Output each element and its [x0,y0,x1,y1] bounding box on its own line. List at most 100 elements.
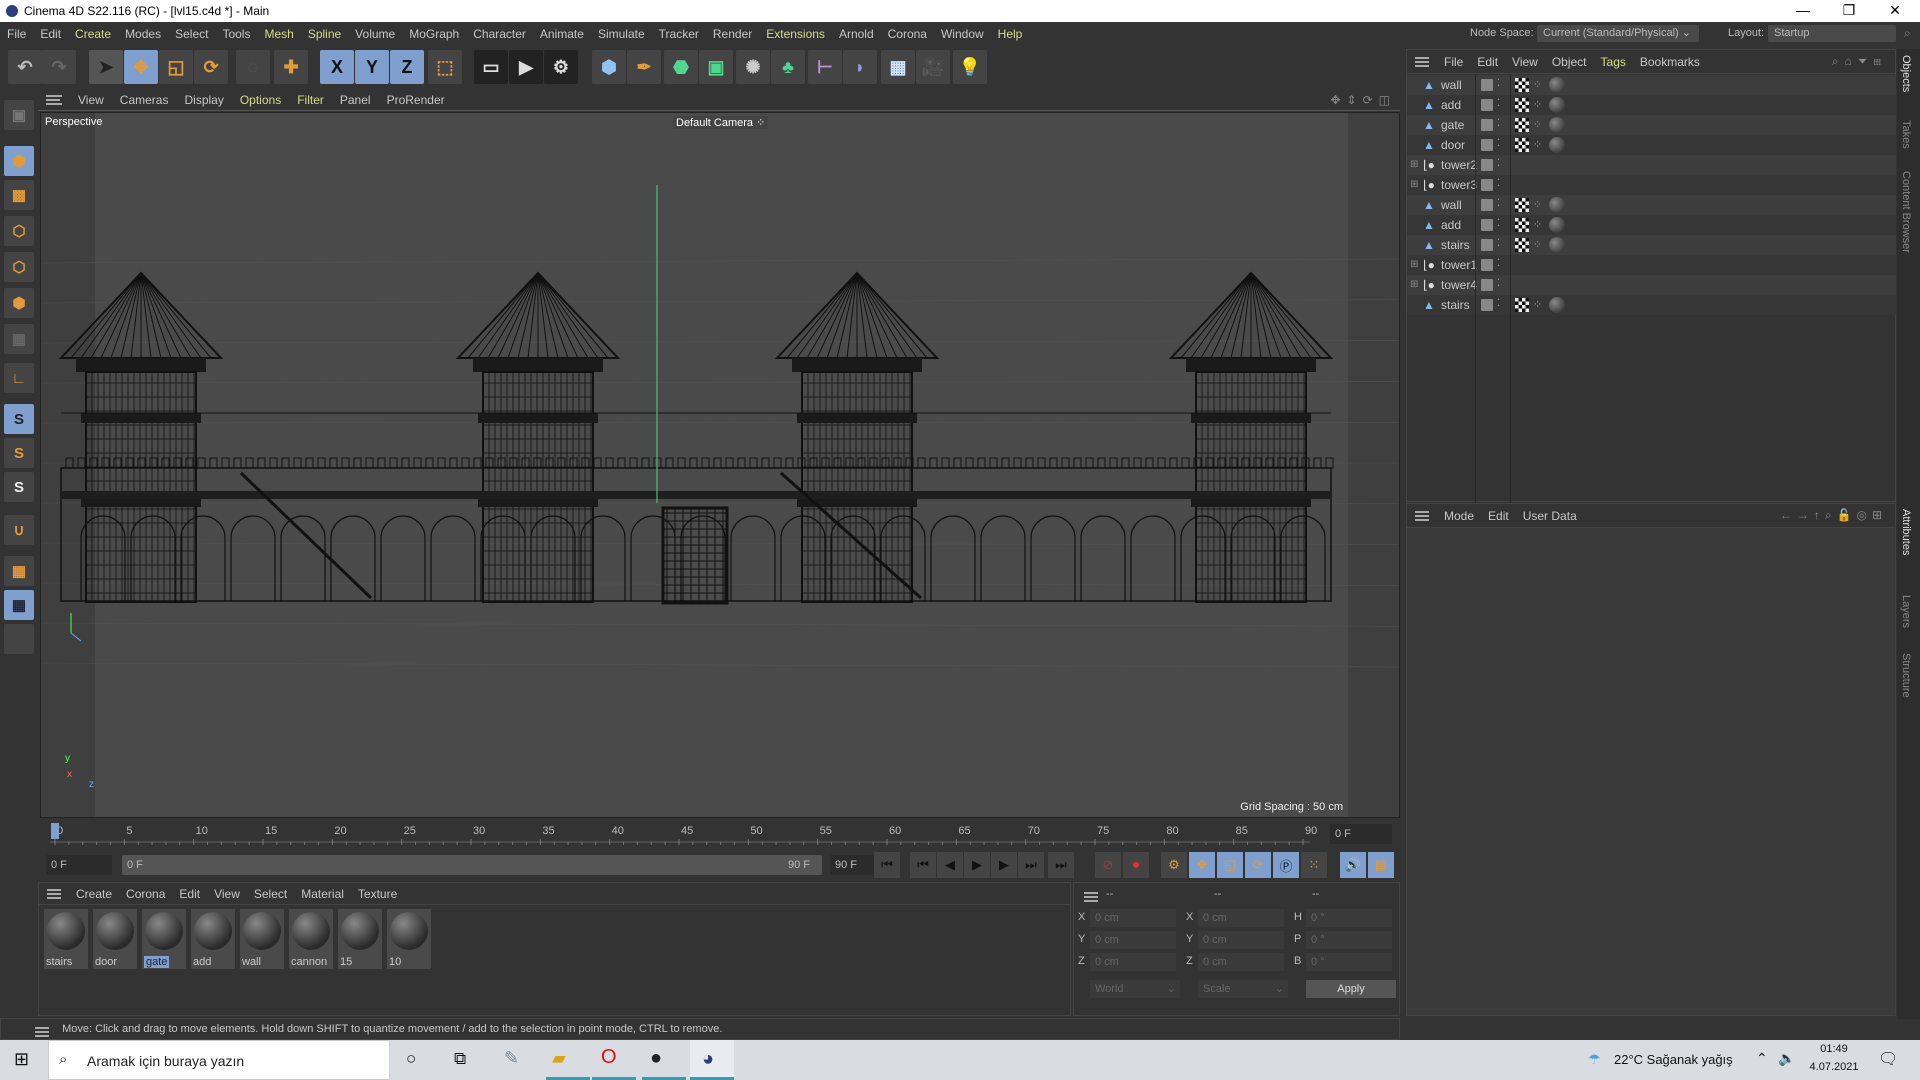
coord-space-dropdown[interactable]: World ⌄ [1090,980,1180,998]
object-manager-tools[interactable]: ⌕⌂⏷⊞ [1832,54,1887,69]
key-position-icon[interactable]: ✥ [1189,852,1215,878]
coordinate-system-icon[interactable]: ⬚ [428,50,462,84]
model-mode-icon[interactable]: ⬢ [4,146,34,176]
world-axis-button[interactable]: ✚ [274,50,308,84]
viewport-menu-view[interactable]: View [70,93,112,107]
go-to-start-button[interactable]: ⏮ [874,852,900,878]
material-menu-texture[interactable]: Texture [351,887,404,901]
viewport-menu-options[interactable]: Options [232,93,289,107]
material-menu-view[interactable]: View [207,887,247,901]
mograph-icon[interactable]: ♣ [771,50,805,84]
task-view-icon[interactable]: ⧉ [454,1049,466,1069]
texture-mode-icon[interactable]: ▩ [4,180,34,210]
apply-button[interactable]: Apply [1306,980,1396,998]
status-menu-icon[interactable] [35,1027,49,1037]
coord-mode-dropdown[interactable]: Scale ⌄ [1198,980,1288,998]
minimize-button[interactable]: — [1780,0,1826,22]
tray-chevron-icon[interactable]: ⌃ [1756,1050,1768,1067]
object-row[interactable]: ▲ gate ⁚ ⁘ [1407,115,1896,135]
material-menu-icon[interactable] [47,888,61,899]
menu-mograph[interactable]: MoGraph [402,27,466,41]
windows-start-icon[interactable]: ⊞ [14,1049,29,1070]
layout-dropdown[interactable]: Startup [1768,25,1896,42]
axis-y-button[interactable]: Y [355,50,389,84]
scale-tool-button[interactable]: ◱ [159,50,193,84]
coord-field[interactable]: 0 ° [1306,931,1392,949]
viewport-menu-icon[interactable] [46,95,62,105]
coords-menu-icon[interactable] [1084,892,1098,902]
viewport-menu-cameras[interactable]: Cameras [112,93,177,107]
record-icon[interactable]: ⊘ [1095,852,1121,878]
undo-button[interactable]: ↶ [8,50,42,84]
go-to-end-button[interactable]: ⏭ [1048,852,1074,878]
redo-button[interactable]: ↷ [42,50,76,84]
uvw-tag-icon[interactable] [1515,218,1529,232]
visibility-dots-icon[interactable]: ⁚ [1497,235,1500,253]
close-button[interactable]: ✕ [1872,0,1918,22]
object-row[interactable]: ▲ stairs ⁚ ⁘ [1407,295,1896,315]
object-row[interactable]: ▲ wall ⁚ ⁘ [1407,75,1896,95]
extrude-icon[interactable]: ▣ [699,50,733,84]
material-tag-icon[interactable] [1549,137,1565,153]
solo-icon[interactable]: S [4,404,34,434]
menu-edit[interactable]: Edit [33,27,68,41]
visibility-dots-icon[interactable]: ⁚ [1497,195,1500,213]
floor-icon[interactable]: ▦ [881,50,915,84]
visibility-dots-icon[interactable]: ⁚ [1497,135,1500,153]
taskbar-search-box[interactable]: ⌕ Aramak için buraya yazın [48,1040,390,1080]
object-row[interactable]: ⊞ ⌊● tower3 ⁚ [1407,175,1896,195]
render-view-icon[interactable]: ▭ [474,50,508,84]
file-explorer-icon[interactable]: ▰ [552,1048,566,1069]
edit-toggle-icon[interactable] [1481,299,1493,311]
menu-render[interactable]: Render [706,27,759,41]
edit-toggle-icon[interactable] [1481,159,1493,171]
play-button[interactable]: ▶ [964,852,990,878]
uvw-tag-icon[interactable] [1515,238,1529,252]
attribute-menu-user-data[interactable]: User Data [1516,509,1584,523]
visibility-dots-icon[interactable]: ⁚ [1497,115,1500,133]
attribute-menu-edit[interactable]: Edit [1481,509,1516,523]
phong-tag-icon[interactable]: ⁘ [1533,295,1542,315]
object-row[interactable]: ▲ add ⁚ ⁘ [1407,95,1896,115]
visibility-dots-icon[interactable]: ⁚ [1497,215,1500,233]
viewport-menu-filter[interactable]: Filter [289,93,332,107]
material-tag-icon[interactable] [1549,237,1565,253]
visibility-dots-icon[interactable]: ⁚ [1497,275,1500,293]
object-menu-view[interactable]: View [1505,55,1545,69]
playhead[interactable] [51,823,59,839]
next-frame-button[interactable]: ▶ [991,852,1017,878]
material-tag-icon[interactable] [1549,297,1565,313]
previous-frame-button[interactable]: ◀ [937,852,963,878]
key-rotation-icon[interactable]: ⟳ [1245,852,1271,878]
opera-icon[interactable]: O [601,1046,617,1069]
object-row[interactable]: ⊞ ⌊● tower2 ⁚ [1407,155,1896,175]
locked-workplane-icon[interactable]: ▦ [4,590,34,620]
autokey-icon[interactable]: ⏺ [1123,852,1149,878]
object-row[interactable]: ⊞ ⌊● tower1 ⁚ [1407,255,1896,275]
attribute-nav-icons[interactable]: ←→↑⌕🔓◎⊞ [1780,508,1887,523]
rotate-tool-button[interactable]: ⟳ [194,50,228,84]
keyframe-selection-icon[interactable]: ⚙ [1161,852,1187,878]
uvw-tag-icon[interactable] [1515,78,1529,92]
timeline-ruler[interactable]: 0 5 10 15 20 25 30 35 40 45 50 55 60 65 70 75 80 85 90 0 F [40,820,1400,848]
visibility-dots-icon[interactable]: ⁚ [1497,295,1500,313]
menu-tracker[interactable]: Tracker [652,27,706,41]
material-swatch[interactable]: 15 [338,909,382,969]
expand-icon[interactable]: ⊞ [1410,255,1418,275]
object-menu-bookmarks[interactable]: Bookmarks [1633,55,1707,69]
menu-help[interactable]: Help [991,27,1030,41]
clock-date[interactable]: 4.07.2021 [1808,1061,1860,1073]
phong-tag-icon[interactable]: ⁘ [1533,75,1542,95]
coord-field[interactable]: 0 cm [1198,931,1284,949]
clock-time[interactable]: 01:49 [1812,1043,1856,1055]
object-menu-edit[interactable]: Edit [1470,55,1505,69]
key-pla-icon[interactable]: ⁙ [1301,852,1327,878]
menu-arnold[interactable]: Arnold [832,27,881,41]
visibility-dots-icon[interactable]: ⁚ [1497,75,1500,93]
coord-field[interactable]: 0 cm [1090,953,1176,971]
key-scale-icon[interactable]: ◱ [1217,852,1243,878]
current-frame-field[interactable]: 0 F [1330,824,1392,844]
phong-tag-icon[interactable]: ⁘ [1533,135,1542,155]
material-tag-icon[interactable] [1549,197,1565,213]
cortana-icon[interactable]: ○ [406,1049,416,1069]
